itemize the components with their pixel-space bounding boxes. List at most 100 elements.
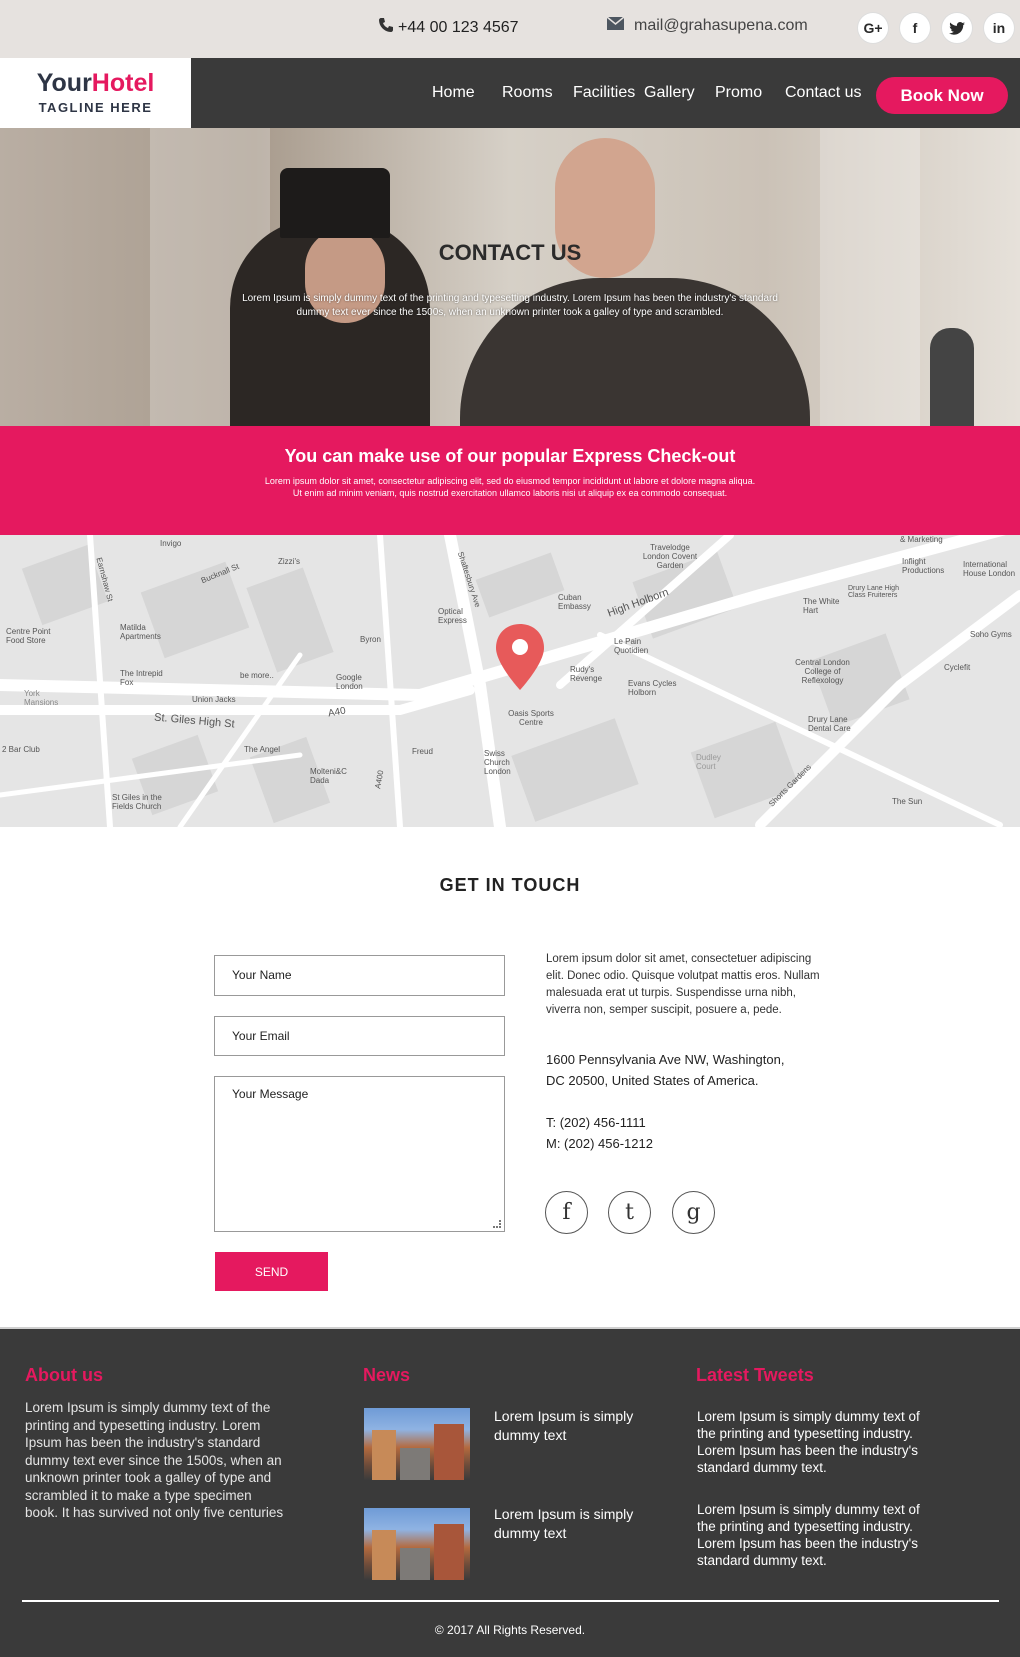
express-checkout-banner: You can make use of our popular Express … (0, 426, 1020, 535)
map-pin-icon[interactable] (494, 622, 546, 692)
send-button[interactable]: SEND (215, 1252, 328, 1291)
map-label: International House London (963, 560, 1016, 578)
thumb-building (372, 1530, 396, 1580)
map-label: Soho Gyms (970, 630, 1012, 639)
thumb-street (400, 1448, 430, 1480)
nav-item-facilities[interactable]: Facilities (573, 84, 635, 102)
contact-phones: T: (202) 456-1111 M: (202) 456-1212 (546, 1112, 653, 1154)
email-field[interactable]: Your Email (214, 1016, 505, 1056)
map-label: Travelodge London Covent Garden (642, 543, 698, 570)
map-label: Cuban Embassy (558, 593, 591, 611)
top-bar: +44 00 123 4567 mail@grahasupena.com G+ … (0, 0, 1020, 58)
map-label: Oasis Sports Centre (508, 709, 554, 727)
news-item-title[interactable]: Lorem Ipsum is simply dummy text (494, 1407, 654, 1445)
hero-description: Lorem Ipsum is simply dummy text of the … (242, 293, 778, 318)
news-thumbnail[interactable] (364, 1408, 470, 1480)
phone-icon (378, 17, 394, 38)
map-label: Optical Express (438, 607, 467, 625)
nav-item-contact[interactable]: Contact us (785, 84, 861, 102)
map-label: Matilda Apartments (120, 623, 161, 641)
express-title: You can make use of our popular Express … (284, 446, 736, 466)
map-label: Inflight Productions (902, 557, 945, 575)
footer-about-title: About us (25, 1365, 103, 1385)
thumb-street (400, 1548, 430, 1580)
map-label: Drury Lane High Class Fruiterers (848, 585, 899, 599)
map-label: Le Pain Quotidien (614, 637, 649, 655)
email-address: mail@grahasupena.com (634, 17, 808, 34)
google-icon[interactable]: g (672, 1191, 715, 1234)
news-item-title[interactable]: Lorem Ipsum is simply dummy text (494, 1505, 654, 1543)
nav-item-gallery[interactable]: Gallery (644, 84, 695, 102)
map-label: & Marketing (900, 535, 943, 544)
thumb-building (372, 1430, 396, 1480)
contact-heading: GET IN TOUCH (439, 875, 581, 895)
map-label: Central London College of Reflexology (795, 658, 850, 685)
copyright: © 2017 All Rights Reserved. (434, 1623, 586, 1637)
resize-handle[interactable] (493, 1220, 501, 1228)
linkedin-icon[interactable]: in (984, 13, 1014, 43)
address-line-1: 1600 Pennsylvania Ave NW, Washington, (546, 1052, 785, 1067)
map-label: Dudley Court (696, 753, 721, 771)
google-plus-icon[interactable]: G+ (858, 13, 888, 43)
facebook-icon[interactable]: f (545, 1191, 588, 1234)
news-thumbnail[interactable] (364, 1508, 470, 1580)
message-placeholder: Your Message (232, 1087, 309, 1101)
map-label: 2 Bar Club (2, 745, 40, 754)
thumb-building (434, 1524, 464, 1580)
map-label: Google London (336, 673, 363, 691)
map-label: Molteni&C Dada (310, 767, 347, 785)
footer-about-text: Lorem Ipsum is simply dummy text of the … (25, 1400, 284, 1520)
footer-tweets-title: Latest Tweets (696, 1365, 814, 1385)
street-lamp (930, 328, 974, 426)
tweet-text: Lorem Ipsum is simply dummy text of the … (697, 1502, 920, 1568)
book-now-button[interactable]: Book Now (876, 77, 1008, 114)
mobile: M: (202) 456-1212 (546, 1136, 653, 1151)
twitter-icon[interactable]: t (608, 1191, 651, 1234)
phone-number: +44 00 123 4567 (398, 18, 519, 36)
main-navigation: YourHotel TAGLINE HERE Home Rooms Facili… (0, 58, 1020, 128)
footer-news-title: News (363, 1365, 411, 1385)
facebook-icon[interactable]: f (900, 13, 930, 43)
message-field[interactable]: Your Message (214, 1076, 505, 1232)
express-text: Lorem ipsum dolor sit amet, consectetur … (264, 476, 756, 498)
telephone: T: (202) 456-1111 (546, 1115, 646, 1130)
map-label: The White Hart (803, 597, 840, 615)
name-field[interactable]: Your Name (214, 955, 505, 996)
contact-address: 1600 Pennsylvania Ave NW, Washington, DC… (546, 1049, 831, 1091)
logo-your: Your (36, 69, 92, 97)
twitter-icon[interactable] (942, 13, 972, 43)
map-label: Cyclefit (944, 663, 971, 672)
map-label: Zizzi's (278, 557, 300, 566)
map-label: Freud (412, 747, 433, 756)
nav-item-promo[interactable]: Promo (715, 84, 762, 102)
map-label: St Giles in the Fields Church (112, 793, 162, 811)
tweet-text: Lorem Ipsum is simply dummy text of the … (697, 1409, 920, 1475)
map-label: The Angel (244, 745, 281, 754)
header-email[interactable]: mail@grahasupena.com (606, 16, 808, 35)
hero-banner: CONTACT US Lorem Ipsum is simply dummy t… (0, 128, 1020, 426)
envelope-icon (606, 16, 625, 35)
top-hat (280, 168, 390, 238)
map-label: York Mansions (24, 689, 59, 707)
thumb-building (434, 1424, 464, 1480)
map-label: Rudy's Revenge (570, 665, 603, 683)
logo-hotel: Hotel (91, 69, 155, 97)
address-line-2: DC 20500, United States of America. (546, 1073, 759, 1088)
page-title: CONTACT US (438, 240, 582, 265)
map-label: Drury Lane Dental Care (808, 715, 851, 733)
footer-divider (22, 1600, 999, 1602)
contact-intro: Lorem ipsum dolor sit amet, consectetuer… (546, 953, 820, 1016)
map-label: Swiss Church London (484, 749, 511, 776)
map-label: Invigo (160, 539, 182, 548)
hotel-logo[interactable]: YourHotel TAGLINE HERE (0, 58, 191, 128)
location-map[interactable]: Invigo Zizzi's Bucknall St Earnshaw St S… (0, 535, 1020, 827)
header-phone[interactable]: +44 00 123 4567 (378, 17, 519, 38)
nav-item-home[interactable]: Home (432, 84, 475, 102)
map-label: Byron (360, 635, 381, 644)
map-label: be more.. (240, 671, 274, 680)
map-label: Union Jacks (192, 695, 236, 704)
logo-tagline: TAGLINE HERE (38, 100, 153, 115)
nav-item-rooms[interactable]: Rooms (502, 84, 553, 102)
building-column (820, 128, 920, 426)
header-social-links: G+ f in (858, 13, 1014, 43)
